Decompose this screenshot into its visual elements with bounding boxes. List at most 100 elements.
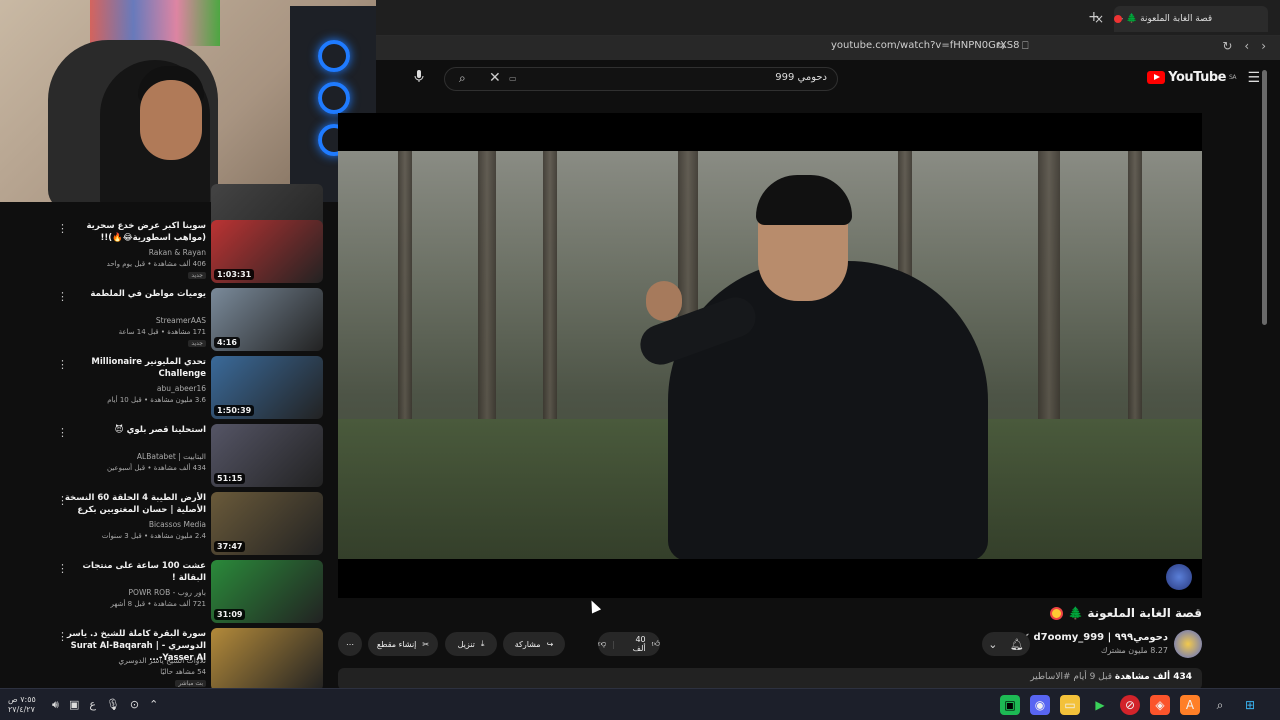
mouse-cursor: [586, 598, 602, 614]
like-icon[interactable]: 👍︎: [652, 639, 660, 649]
channel-watermark[interactable]: [1166, 564, 1192, 590]
url-text[interactable]: youtube.com/watch?v=fHNPN0GrXS8: [831, 40, 1020, 51]
recommendation-channel[interactable]: StreamerAAS: [156, 316, 206, 325]
video-thumbnail[interactable]: 37:47: [211, 492, 323, 555]
recommendation-item[interactable]: 4:16 ⋮ يوميات مواطن في الملطمة StreamerAAS 1…: [0, 288, 338, 354]
translate-icon[interactable]: ⇆: [996, 39, 1005, 52]
pc-fan: [318, 82, 350, 114]
recommendation-title[interactable]: تحدي المليونير Millionaire Challenge: [56, 356, 206, 380]
taskbar-apps: ▣ ◉ ▭ ▶ ⊘ ◈ A ⌕ ⊞: [1000, 695, 1260, 715]
recommendation-meta: 54 مشاهد حاليًا: [160, 668, 206, 676]
search-taskbar-icon[interactable]: ⌕: [1210, 695, 1230, 715]
recommendation-title[interactable]: عشت 100 ساعة على منتجات البقالة !: [56, 560, 207, 584]
system-tray: 🔊︎ ▣ ع 🎙︎ ⊙ ⌃: [52, 698, 158, 712]
youtube-logo[interactable]: YouTube SA: [1147, 70, 1237, 85]
recommendation-title[interactable]: الأرض الطيبة 4 الحلقة 60 النسخة الأصلية …: [56, 492, 206, 516]
clip-button[interactable]: ✂ إنشاء مقطع: [368, 632, 438, 656]
recommendation-meta: 171 مشاهدة • قبل 14 ساعة: [118, 328, 206, 336]
clock-date: ٢٧/٤/٢٧: [8, 705, 35, 714]
recommendation-item[interactable]: 31:09 ⋮ عشت 100 ساعة على منتجات البقالة ! ب…: [0, 560, 338, 626]
recommendation-meta: 406 ألف مشاهدة • قبل يوم واحد: [106, 260, 206, 268]
system-clock[interactable]: ٧:٥٥ ص ٢٧/٤/٢٧: [8, 695, 36, 715]
menu-icon[interactable]: ☰: [1247, 70, 1260, 86]
clear-search-icon[interactable]: ✕: [489, 70, 501, 86]
back-icon[interactable]: ‹: [1244, 39, 1249, 53]
steam-icon[interactable]: ⊙: [130, 698, 139, 712]
language-indicator[interactable]: ع: [89, 698, 96, 712]
play-app-icon[interactable]: ▶: [1090, 695, 1110, 715]
tab-title: قصة الغابة الملعونة 🌲 -: [1120, 14, 1213, 24]
orange-app-icon[interactable]: A: [1180, 695, 1200, 715]
page-scrollbar[interactable]: [1262, 70, 1267, 325]
channel-name[interactable]: دحومي٩٩٩ | d7oomy_999 ✔: [1022, 632, 1168, 643]
volume-icon[interactable]: 🔊︎: [52, 698, 59, 712]
video-thumbnail[interactable]: 1:50:39: [211, 356, 323, 419]
recommendation-title[interactable]: استحلينا قصر بلوي 😈: [56, 424, 206, 436]
recommendation-channel[interactable]: باور روب - POWR ROB: [129, 588, 206, 597]
recommendation-channel[interactable]: abu_abeer16: [157, 384, 206, 393]
new-tab-button[interactable]: +: [1088, 9, 1100, 25]
recommendation-title[interactable]: يوميات مواطن في الملطمة: [56, 288, 206, 300]
youtube-logo-text: YouTube: [1168, 70, 1226, 85]
description-box[interactable]: 434 ألف مشاهدة قبل 9 أيام #الاساطير: [338, 668, 1202, 690]
hashtag[interactable]: #الاساطير: [1030, 672, 1070, 682]
bookmark-icon[interactable]: ⎕: [1022, 39, 1029, 53]
recommendation-item[interactable]: 37:47 ⋮ الأرض الطيبة 4 الحلقة 60 النسخة ال…: [0, 492, 338, 558]
recommendation-item[interactable]: 1:50:39 ⋮ تحدي المليونير Millionaire Chall…: [0, 356, 338, 422]
windows-taskbar: ٧:٥٥ ص ٢٧/٤/٢٧ 🔊︎ ▣ ع 🎙︎ ⊙ ⌃ ▣ ◉ ▭ ▶ ⊘ ◈…: [0, 688, 1280, 720]
mic-tray-icon[interactable]: 🎙︎: [106, 698, 120, 712]
browser-tab-bar: قصة الغابة الملعونة 🌲 - × +: [376, 0, 1280, 36]
like-count[interactable]: 40 ألف: [621, 635, 646, 653]
recommendation-channel[interactable]: Rakan & Rayan: [149, 248, 206, 257]
address-bar[interactable]: youtube.com/watch?v=fHNPN0GrXS8 ⇆ ⎕ ↻ ‹ …: [376, 36, 1280, 60]
recommendation-channel[interactable]: تلاوات الشيخ ياسر الدوسري: [118, 656, 206, 665]
channel-avatar[interactable]: [1174, 630, 1202, 658]
share-button[interactable]: ↪ مشاركة: [503, 632, 565, 656]
brave-icon[interactable]: ◈: [1150, 695, 1170, 715]
clock-time: ٧:٥٥ ص: [8, 695, 36, 704]
video-duration: 4:16: [214, 337, 240, 348]
microphone-icon[interactable]: [412, 69, 426, 83]
video-duration: 31:09: [214, 609, 246, 620]
display-icon[interactable]: ▣: [69, 698, 79, 712]
video-thumbnail[interactable]: [211, 628, 323, 691]
download-button[interactable]: ⤓ تنزيل: [445, 632, 497, 656]
video-thumbnail[interactable]: 4:16: [211, 288, 323, 351]
recommendation-item[interactable]: 1:03:31 ⋮ سوينا اكبر عرض خدع سحرية (مواهب …: [0, 220, 338, 286]
reload-icon[interactable]: ↻: [1222, 39, 1232, 53]
keyboard-icon[interactable]: ▭: [509, 74, 517, 83]
search-icon[interactable]: ⌕: [459, 71, 466, 86]
video-thumbnail[interactable]: 51:15: [211, 424, 323, 487]
dislike-icon[interactable]: 👎︎: [598, 639, 606, 649]
red-app-icon[interactable]: ⊘: [1120, 695, 1140, 715]
search-box[interactable]: ⌕ ✕ ▭ دحومي 999: [444, 67, 838, 91]
new-badge: جديد: [188, 340, 206, 347]
video-title-row: قصة الغابة الملعونة 🌲: [1050, 606, 1202, 620]
file-explorer-icon[interactable]: ▭: [1060, 695, 1080, 715]
browser-tab[interactable]: قصة الغابة الملعونة 🌲 - ×: [1094, 6, 1268, 32]
discord-icon[interactable]: ◉: [1030, 695, 1050, 715]
video-player[interactable]: [338, 113, 1202, 598]
recommendation-meta: 2.4 مليون مشاهدة • قبل 3 سنوات: [101, 532, 206, 540]
recommendation-channel[interactable]: Bicassos Media: [149, 520, 206, 529]
more-actions-button[interactable]: ⋯: [338, 632, 362, 656]
recommendation-meta: 434 ألف مشاهدة • قبل أسبوعين: [106, 464, 206, 472]
subscribed-button[interactable]: ⌄ 🔔︎: [982, 632, 1030, 656]
app-icon-green[interactable]: ▣: [1000, 695, 1020, 715]
recommendation-item[interactable]: 51:15 ⋮ استحلينا قصر بلوي 😈 البتابيت | ALBa…: [0, 424, 338, 490]
recommendation-channel[interactable]: البتابيت | ALBatabet: [137, 452, 206, 461]
video-thumbnail[interactable]: 1:03:31: [211, 220, 323, 283]
like-dislike-group: 👍︎ 40 ألف | 👎︎: [598, 632, 660, 656]
bell-icon: 🔔︎: [1009, 637, 1024, 651]
tray-expand-icon[interactable]: ⌃: [149, 698, 158, 712]
recommendation-item[interactable]: ⋮ سورة البقرة كاملة للشيخ د. ياسر الدوسري…: [0, 628, 338, 694]
video-thumbnail[interactable]: 31:09: [211, 560, 323, 623]
upload-age: قبل 9 أيام: [1073, 672, 1113, 682]
recommendation-title[interactable]: سوينا اكبر عرض خدع سحرية (مواهب اسطورية😂…: [56, 220, 206, 244]
video-duration: 1:03:31: [214, 269, 255, 280]
scissors-icon: ✂: [422, 639, 430, 649]
forward-icon[interactable]: ›: [1261, 39, 1266, 53]
search-input[interactable]: دحومي 999: [775, 72, 827, 83]
youtube-play-icon: [1147, 71, 1166, 84]
windows-start-icon[interactable]: ⊞: [1240, 695, 1260, 715]
